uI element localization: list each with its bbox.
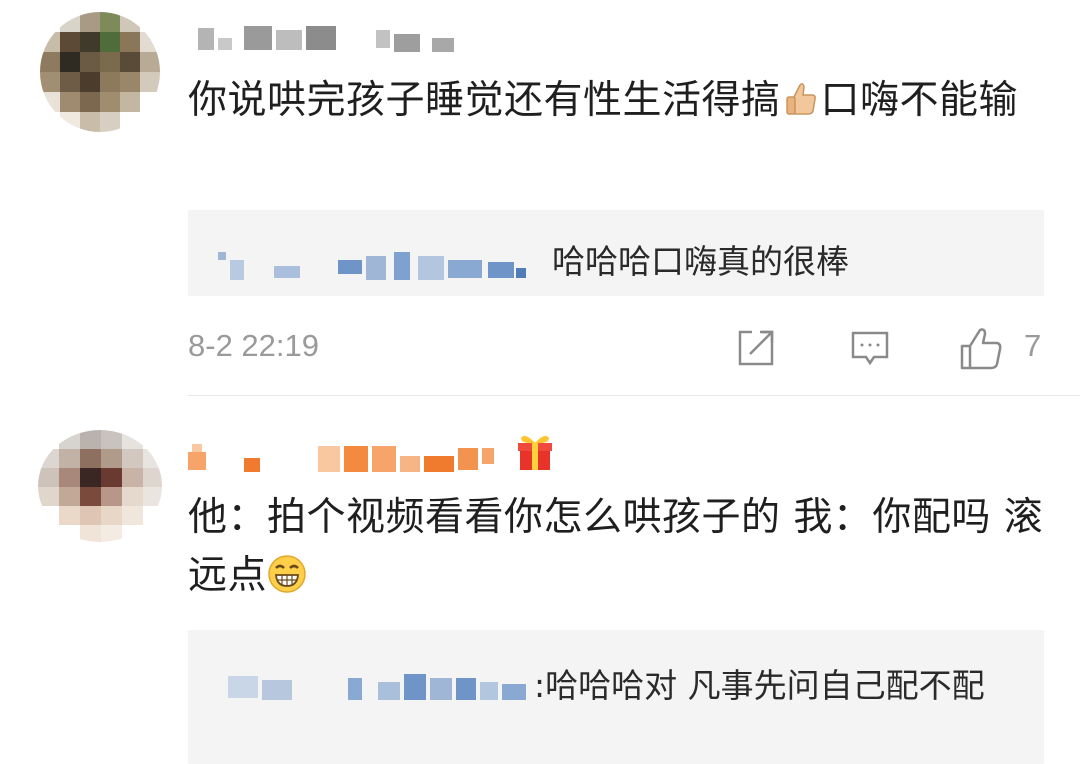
like-count: 7	[1024, 328, 1042, 363]
avatar[interactable]	[38, 430, 162, 542]
share-icon[interactable]	[734, 326, 778, 370]
comment-body: 你说哄完孩子睡觉还有性生活得搞 口嗨不能输	[188, 72, 1058, 130]
reply-username-redacted[interactable]	[218, 252, 528, 282]
reply-text: :哈哈哈对 凡事先问自己配不配	[534, 666, 985, 705]
grinning-face-icon	[267, 553, 307, 593]
divider	[188, 395, 1080, 396]
like-icon[interactable]	[958, 326, 1002, 370]
comment-text: 你说哄完孩子睡觉还有性生活得搞	[188, 78, 781, 123]
comment-actions: 8-2 22:19 7	[188, 322, 1048, 372]
reply-preview[interactable]: :哈哈哈对 凡事先问自己配不配	[188, 630, 1044, 764]
timestamp: 8-2 22:19	[188, 328, 319, 363]
reply-text: 哈哈哈口嗨真的很棒	[552, 242, 849, 281]
comment-body: 他：拍个视频看看你怎么哄孩子的 我：你配吗 滚远点	[188, 489, 1058, 605]
reply-preview[interactable]: 哈哈哈口嗨真的很棒	[188, 210, 1044, 296]
comment-icon[interactable]	[848, 326, 892, 370]
username-redacted[interactable]	[188, 440, 568, 472]
username-redacted[interactable]	[198, 24, 468, 54]
comment-text-tail: 口嗨不能输	[820, 78, 1019, 123]
gift-icon[interactable]	[515, 430, 555, 472]
thumbs-up-icon	[781, 78, 821, 118]
avatar[interactable]	[40, 12, 160, 132]
comment-text: 他：拍个视频看看你怎么哄孩子的 我：你配吗 滚远点	[188, 495, 1044, 598]
comment-feed: 你说哄完孩子睡觉还有性生活得搞 口嗨不能输 哈哈哈口嗨真的很棒 8-2 22:19	[0, 0, 1080, 764]
